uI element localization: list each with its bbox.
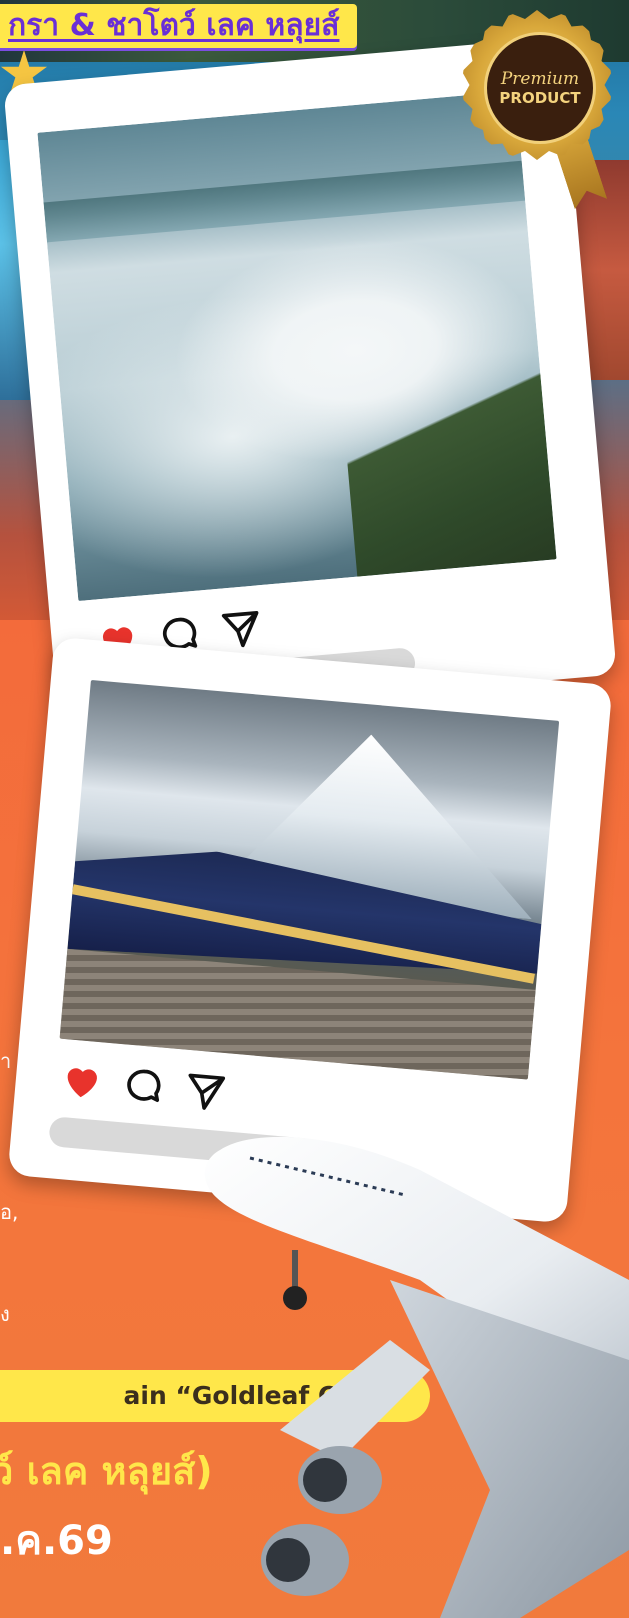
headline-banner: กรา & ชาโตว์ เลค หลุยส์ xyxy=(0,4,358,48)
travel-date-text: .ค.69 xyxy=(0,1518,113,1564)
body-text-fragment: ง xyxy=(0,1302,10,1326)
send-icon[interactable] xyxy=(218,605,266,653)
falls-shore xyxy=(337,330,557,577)
niagara-falls-photo xyxy=(37,90,557,602)
headline-text: กรา & ชาโตว์ เลค หลุยส์ xyxy=(8,8,340,43)
seal-script-text: Premium xyxy=(500,69,580,89)
seal-label-text: PRODUCT xyxy=(499,89,581,107)
send-icon[interactable] xyxy=(182,1068,230,1116)
body-text-fragment: อ, xyxy=(0,1200,19,1224)
premium-product-seal: Premium PRODUCT xyxy=(462,10,612,160)
heart-icon[interactable] xyxy=(58,1057,106,1105)
card-actions xyxy=(58,1057,229,1115)
airplane-image xyxy=(204,1136,629,1618)
rocky-mountaineer-train-photo xyxy=(59,679,560,1080)
body-text-fragment: า xyxy=(0,1049,12,1073)
route-text: ว์ เลค หลุยส์) xyxy=(0,1449,213,1493)
falls-rim xyxy=(43,160,526,243)
seal-badge-center: Premium PRODUCT xyxy=(484,32,596,144)
comment-icon[interactable] xyxy=(120,1062,168,1110)
